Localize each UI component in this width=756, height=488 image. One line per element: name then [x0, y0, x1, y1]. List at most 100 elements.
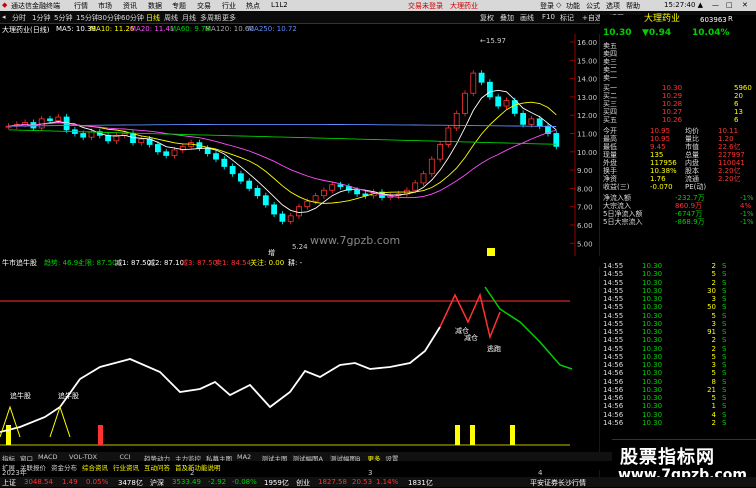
tick-volume: 8 [711, 377, 716, 386]
period-30min[interactable]: 30分钟 [98, 13, 121, 23]
stat-value-2: 10.11 [718, 127, 739, 135]
tool-zixuan[interactable]: +自选 [582, 13, 602, 23]
tool-biaoji[interactable]: 标记 [560, 13, 574, 23]
buy-level-row[interactable]: 买二 10.29 20 [600, 92, 756, 100]
sell-level-row[interactable]: 卖一 [600, 74, 756, 82]
menu-gongshi[interactable]: 公式 [586, 1, 600, 11]
tick-time: 14:55 [603, 336, 624, 345]
sell-level-row[interactable]: 卖四 [600, 50, 756, 58]
menu-redian[interactable]: 热点 [246, 1, 260, 11]
candle-body [279, 213, 286, 222]
indicator-chart[interactable]: 100.0090.0080.0070.0060.0050.0040.0030.0… [0, 267, 633, 477]
period-daily[interactable]: 日线 [146, 13, 160, 23]
tool-huaxian[interactable]: 画线 [520, 13, 534, 23]
extension-tab[interactable]: 综合资讯 [82, 462, 108, 472]
tick-row[interactable]: 14:55 10.30 3 S [600, 320, 756, 328]
period-1min[interactable]: 1分钟 [32, 13, 50, 23]
tick-direction: S [722, 344, 727, 353]
tool-f10[interactable]: F10 [542, 13, 555, 21]
menu-bangzhu[interactable]: 帮助 [626, 1, 640, 11]
tick-row[interactable]: 14:56 10.30 5 S [600, 369, 756, 377]
menu-shichang[interactable]: 市场 [98, 1, 112, 11]
buy-level-row[interactable]: 买三 10.28 6 [600, 100, 756, 108]
minimize-icon[interactable]: — [712, 1, 719, 9]
tick-row[interactable]: 14:55 10.30 2 S [600, 262, 756, 270]
maximize-icon[interactable]: □ [726, 1, 733, 9]
buy-level-label: 买一 [603, 84, 617, 92]
tick-row[interactable]: 14:55 10.30 3 S [600, 295, 756, 303]
menu-shuju[interactable]: 数据 [148, 1, 162, 11]
quote-price-row: 10.30 ▼0.94 10.04% [600, 29, 756, 40]
tick-volume: 2 [711, 344, 716, 353]
tick-time: 14:55 [603, 352, 624, 361]
buy-level-row[interactable]: 买一 10.30 5960 [600, 84, 756, 92]
tick-row[interactable]: 14:55 10.30 2 S [600, 279, 756, 287]
indicator-tab[interactable]: CCI [120, 453, 131, 461]
indicator-tab[interactable]: VOL-TDX [69, 453, 97, 461]
flow-label: 净流入额 [603, 194, 631, 202]
tool-fuquan[interactable]: 复权 [480, 13, 494, 23]
tool-diejia[interactable]: 叠加 [500, 13, 514, 23]
extension-tab[interactable]: 扩展 [2, 462, 15, 472]
tick-row[interactable]: 14:55 10.30 91 S [600, 328, 756, 336]
period-15min[interactable]: 15分钟 [76, 13, 99, 23]
tick-direction: S [722, 418, 727, 427]
extension-tab[interactable]: 首及新功能说明 [175, 462, 221, 472]
buy-level-row[interactable]: 买四 10.27 13 [600, 108, 756, 116]
tick-row[interactable]: 14:55 10.30 50 S [600, 303, 756, 311]
extension-tab[interactable]: 关联报价 [20, 462, 46, 472]
period-more[interactable]: 更多 [222, 13, 236, 23]
candle-body [154, 144, 161, 153]
buy-level-label: 买三 [603, 100, 617, 108]
tick-row[interactable]: 14:56 10.30 4 S [600, 411, 756, 419]
close-icon[interactable]: ✕ [742, 1, 748, 9]
period-weekly[interactable]: 周线 [164, 13, 178, 23]
menu-l1l2[interactable]: L1L2 [271, 1, 288, 9]
tick-row[interactable]: 14:55 10.30 2 S [600, 336, 756, 344]
menu-xuanxiang[interactable]: 选项 [606, 1, 620, 11]
tick-direction: S [722, 385, 727, 394]
sell-level-row[interactable]: 卖二 [600, 66, 756, 74]
period-5min[interactable]: 5分钟 [54, 13, 72, 23]
period-fenshi[interactable]: 分时 [12, 13, 26, 23]
tick-row[interactable]: 14:56 10.30 5 S [600, 394, 756, 402]
buy-level-row[interactable]: 买五 10.26 6 [600, 116, 756, 124]
extension-tab[interactable]: 资金分布 [51, 462, 77, 472]
menu-jiaoyi[interactable]: 交易 [197, 1, 211, 11]
tick-row[interactable]: 14:56 10.30 1 S [600, 402, 756, 410]
tick-row[interactable]: 14:55 10.30 5 S [600, 353, 756, 361]
period-60min[interactable]: 60分钟 [121, 13, 144, 23]
menu-gongneng[interactable]: 功能 [566, 1, 580, 11]
extension-tab[interactable]: 互动问答 [144, 462, 170, 472]
menu-login[interactable]: 登录 [540, 1, 554, 11]
tick-row[interactable]: 14:56 10.30 21 S [600, 386, 756, 394]
signal-label-2: 追牛股 [58, 391, 79, 400]
candle-body [271, 204, 278, 215]
extension-tab[interactable]: 行业资讯 [113, 462, 139, 472]
price-tick-label: 10.00 [577, 149, 597, 157]
tick-row[interactable]: 14:55 10.30 5 S [600, 312, 756, 320]
tick-row[interactable]: 14:55 10.30 30 S [600, 287, 756, 295]
indicator-tab[interactable]: MA2 [237, 453, 251, 461]
menu-zhuanti[interactable]: 专题 [172, 1, 186, 11]
tick-row[interactable]: 14:55 10.30 5 S [600, 270, 756, 278]
back-icon[interactable]: ◂ [2, 13, 6, 21]
period-monthly[interactable]: 月线 [182, 13, 196, 23]
tick-row[interactable]: 14:56 10.30 8 S [600, 378, 756, 386]
sell-level-row[interactable]: 卖五 [600, 42, 756, 50]
login-status[interactable]: 交易未登录 [408, 1, 443, 11]
tick-row[interactable]: 14:56 10.30 3 S [600, 361, 756, 369]
tick-price: 10.30 [642, 352, 663, 361]
sell-level-row[interactable]: 卖三 [600, 58, 756, 66]
menu-zixun[interactable]: 资讯 [123, 1, 137, 11]
kline-chart[interactable]: 16.00 15.00 14.00 13.00 12.00 11.00 10.00 9.00 8… [0, 34, 600, 257]
period-multi[interactable]: 多周期 [200, 13, 221, 23]
menu-hangye[interactable]: 行业 [222, 1, 236, 11]
tick-row[interactable]: 14:56 10.30 2 S [600, 419, 756, 427]
menu-hangqing[interactable]: 行情 [74, 1, 88, 11]
tick-price: 10.30 [642, 344, 663, 353]
tick-row[interactable]: 14:55 10.30 2 S [600, 345, 756, 353]
buy-level-volume: 20 [734, 92, 743, 100]
indicator-tab[interactable]: MACD [38, 453, 57, 461]
menu-diamond[interactable]: ◇ [556, 1, 561, 9]
